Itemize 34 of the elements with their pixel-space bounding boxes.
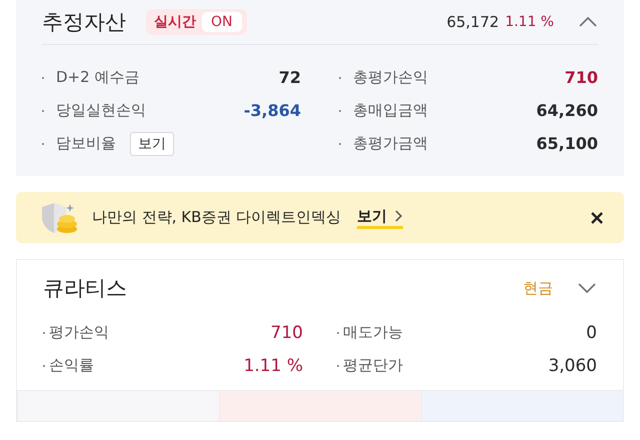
return-rate: 1.11 % [505, 14, 554, 30]
view-button[interactable]: 보기 [130, 132, 174, 156]
field-value: 1.11 % [244, 356, 303, 376]
field-value: 3,060 [548, 356, 597, 376]
section-title: 추정자산 [42, 9, 126, 36]
field-label: 총평가금액 [353, 134, 428, 153]
field-value: 72 [278, 68, 301, 87]
field-label: 매도가능 [343, 323, 403, 342]
field-label: 당일실현손익 [56, 101, 146, 120]
stock-name: 큐라티스 [43, 275, 127, 302]
field-value: 710 [564, 68, 598, 87]
realtime-toggle[interactable]: 실시간 ON [146, 9, 246, 35]
field-label: 손익률 [49, 356, 94, 375]
field-value: 0 [586, 322, 597, 342]
field-label: 평가손익 [49, 323, 109, 342]
promo-text: 나만의 전략, KB증권 다이렉트인덱싱 [92, 208, 342, 227]
promo-banner[interactable]: 나만의 전략, KB증권 다이렉트인덱싱 보기 [16, 192, 624, 243]
field-value: -3,864 [244, 101, 301, 120]
expand-icon[interactable] [577, 282, 597, 294]
field-value: 65,100 [536, 134, 598, 153]
view-link[interactable]: 보기 [357, 206, 404, 228]
field-label: 담보비율 [56, 134, 116, 153]
collapse-icon[interactable] [578, 16, 598, 28]
shield-coins-icon [40, 200, 80, 234]
chevron-right-icon [395, 210, 404, 222]
field-value: 64,260 [536, 101, 598, 120]
total-amount: 65,172 [446, 13, 500, 31]
field-label: D+2 예수금 [56, 68, 140, 87]
field-label: 평균단가 [343, 356, 403, 375]
account-type: 현금 [523, 278, 553, 298]
field-label: 총매입금액 [353, 101, 428, 120]
close-icon[interactable] [590, 210, 604, 224]
field-value: 710 [270, 322, 303, 342]
field-label: 총평가손익 [353, 68, 428, 87]
